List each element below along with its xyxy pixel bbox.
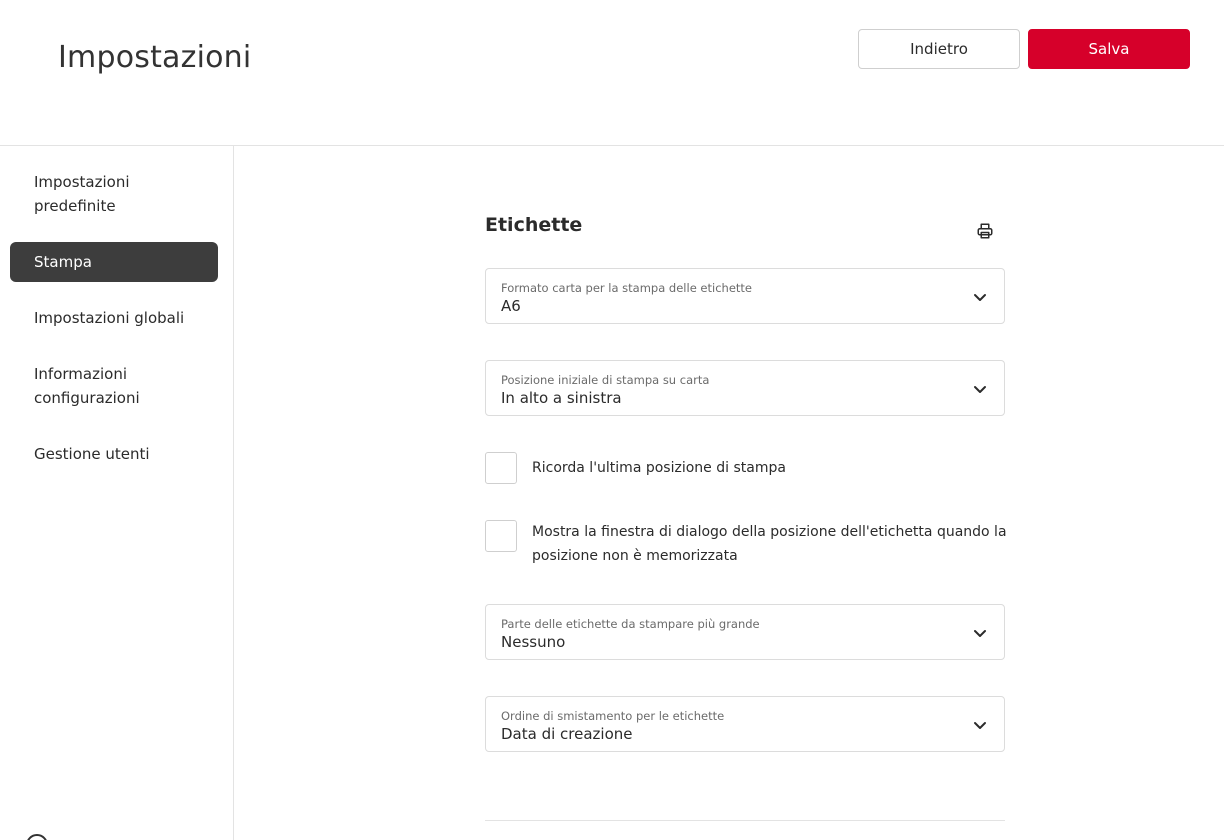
chevron-down-icon: [974, 722, 986, 729]
sidebar-item-user-management[interactable]: Gestione utenti: [10, 442, 218, 466]
section-title: Etichette: [485, 214, 583, 236]
page-title: Impostazioni: [58, 40, 252, 75]
help-icon[interactable]: [26, 834, 48, 840]
sidebar-item-default-settings[interactable]: Impostazioni predefinite: [10, 170, 218, 218]
show-dialog-label: Mostra la finestra di dialogo della posi…: [532, 524, 1007, 564]
paper-format-value: A6: [501, 297, 521, 315]
chevron-down-icon: [974, 386, 986, 393]
chevron-down-icon: [974, 630, 986, 637]
back-button[interactable]: Indietro: [858, 29, 1020, 69]
large-part-value: Nessuno: [501, 633, 566, 651]
sort-order-value: Data di creazione: [501, 725, 633, 743]
sidebar: Impostazioni predefinite Stampa Impostaz…: [0, 146, 234, 840]
remember-position-checkbox[interactable]: [485, 452, 517, 484]
remember-position-label: Ricorda l'ultima posizione di stampa: [532, 460, 786, 476]
paper-format-select[interactable]: Formato carta per la stampa delle etiche…: [485, 268, 1005, 324]
show-dialog-checkbox[interactable]: [485, 520, 517, 552]
sort-order-select[interactable]: Ordine di smistamento per le etichette D…: [485, 696, 1005, 752]
chevron-down-icon: [974, 294, 986, 301]
save-button[interactable]: Salva: [1028, 29, 1190, 69]
large-part-select[interactable]: Parte delle etichette da stampare più gr…: [485, 604, 1005, 660]
sidebar-item-config-info[interactable]: Informazioni configurazioni: [10, 362, 218, 410]
start-position-label: Posizione iniziale di stampa su carta: [501, 373, 710, 387]
settings-page: Impostazioni Indietro Salva Impostazioni…: [0, 0, 1224, 840]
sidebar-item-global-settings[interactable]: Impostazioni globali: [10, 306, 218, 330]
paper-format-label: Formato carta per la stampa delle etiche…: [501, 281, 752, 295]
start-position-select[interactable]: Posizione iniziale di stampa su carta In…: [485, 360, 1005, 416]
print-button[interactable]: [968, 214, 1002, 248]
section-divider: [485, 820, 1005, 821]
printer-icon: [977, 223, 993, 239]
sort-order-label: Ordine di smistamento per le etichette: [501, 709, 725, 723]
page-header: Impostazioni Indietro Salva: [0, 0, 1224, 146]
sidebar-item-print[interactable]: Stampa: [10, 242, 218, 282]
large-part-label: Parte delle etichette da stampare più gr…: [501, 617, 760, 631]
start-position-value: In alto a sinistra: [501, 389, 622, 407]
